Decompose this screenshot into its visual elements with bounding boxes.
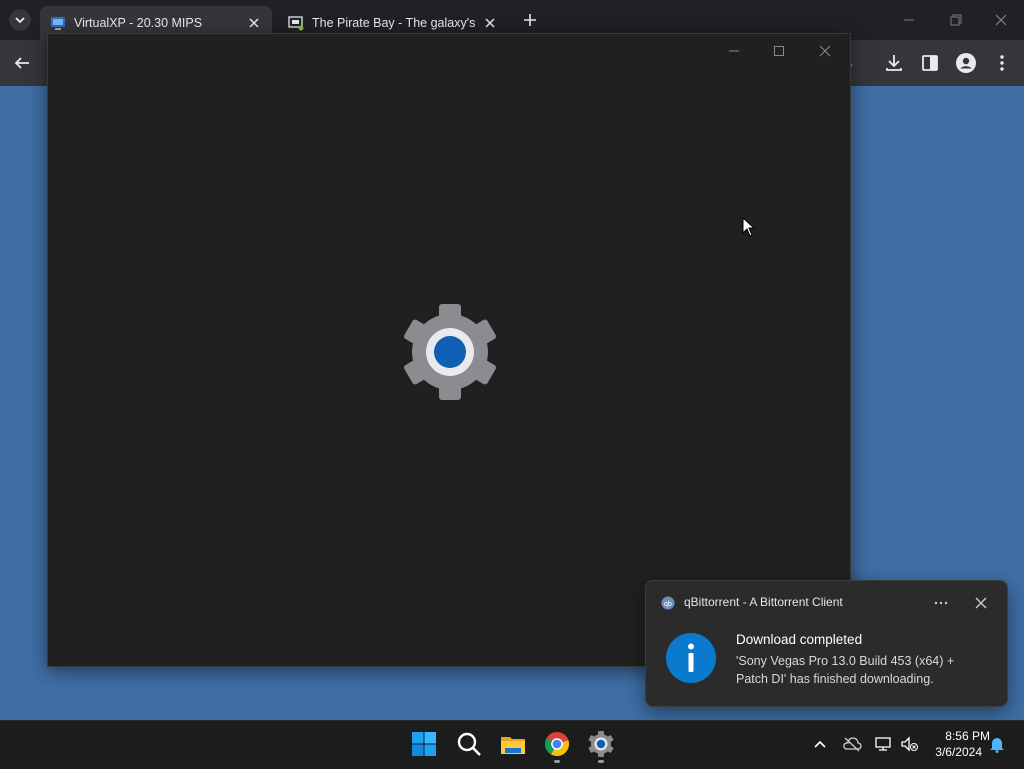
speaker-muted-icon[interactable] bbox=[900, 735, 920, 753]
maximize-icon[interactable] bbox=[767, 42, 791, 60]
browser-close-icon[interactable] bbox=[988, 8, 1014, 32]
tab-title: The Pirate Bay - The galaxy's m bbox=[312, 16, 476, 30]
chevron-up-icon[interactable] bbox=[810, 735, 830, 753]
svg-text:qb: qb bbox=[664, 601, 672, 608]
file-explorer-icon[interactable] bbox=[499, 730, 527, 758]
new-tab-icon[interactable] bbox=[520, 10, 540, 30]
close-icon[interactable] bbox=[813, 42, 837, 60]
download-icon[interactable] bbox=[882, 51, 906, 75]
profile-icon[interactable] bbox=[954, 51, 978, 75]
browser-restore-icon[interactable] bbox=[942, 8, 968, 32]
settings-window[interactable] bbox=[47, 33, 851, 667]
more-options-icon[interactable] bbox=[930, 593, 952, 613]
onedrive-offline-icon[interactable] bbox=[842, 735, 862, 753]
notification-toast[interactable]: qb qBittorrent - A Bittorrent Client Dow… bbox=[645, 580, 1008, 707]
back-arrow-icon[interactable] bbox=[10, 51, 34, 75]
settings-gear-icon bbox=[404, 304, 496, 400]
tab-close-icon[interactable] bbox=[246, 15, 262, 31]
chevron-down-icon bbox=[9, 9, 31, 31]
settings-icon[interactable] bbox=[587, 730, 615, 758]
pirate-bay-favicon-icon bbox=[288, 16, 304, 31]
info-icon bbox=[666, 633, 716, 683]
clock-time[interactable]: 8:56 PM bbox=[926, 729, 990, 743]
mouse-cursor-icon bbox=[742, 217, 756, 237]
search-icon[interactable] bbox=[455, 730, 483, 758]
tab-close-icon[interactable] bbox=[482, 15, 498, 31]
qbittorrent-icon: qb bbox=[661, 596, 675, 610]
tab-search-button[interactable] bbox=[8, 8, 32, 32]
notification-bell-icon[interactable] bbox=[987, 735, 1007, 753]
minimize-icon[interactable] bbox=[722, 42, 746, 60]
start-icon[interactable] bbox=[410, 730, 438, 758]
browser-minimize-icon[interactable] bbox=[896, 8, 922, 32]
side-panel-icon[interactable] bbox=[918, 51, 942, 75]
chrome-icon[interactable] bbox=[543, 730, 571, 758]
network-icon[interactable] bbox=[874, 735, 894, 753]
virtualxp-favicon-icon bbox=[51, 17, 65, 30]
chrome-running-indicator bbox=[554, 760, 560, 763]
notification-close-icon[interactable] bbox=[970, 593, 992, 613]
notification-app-name: qBittorrent - A Bittorrent Client bbox=[684, 595, 843, 609]
clock-date[interactable]: 3/6/2024 bbox=[926, 745, 982, 759]
more-menu-icon[interactable] bbox=[990, 51, 1014, 75]
settings-running-indicator bbox=[598, 760, 604, 763]
notification-title: Download completed bbox=[736, 632, 863, 647]
notification-body: 'Sony Vegas Pro 13.0 Build 453 (x64) + P… bbox=[736, 654, 955, 686]
tab-title: VirtualXP - 20.30 MIPS bbox=[74, 16, 203, 30]
